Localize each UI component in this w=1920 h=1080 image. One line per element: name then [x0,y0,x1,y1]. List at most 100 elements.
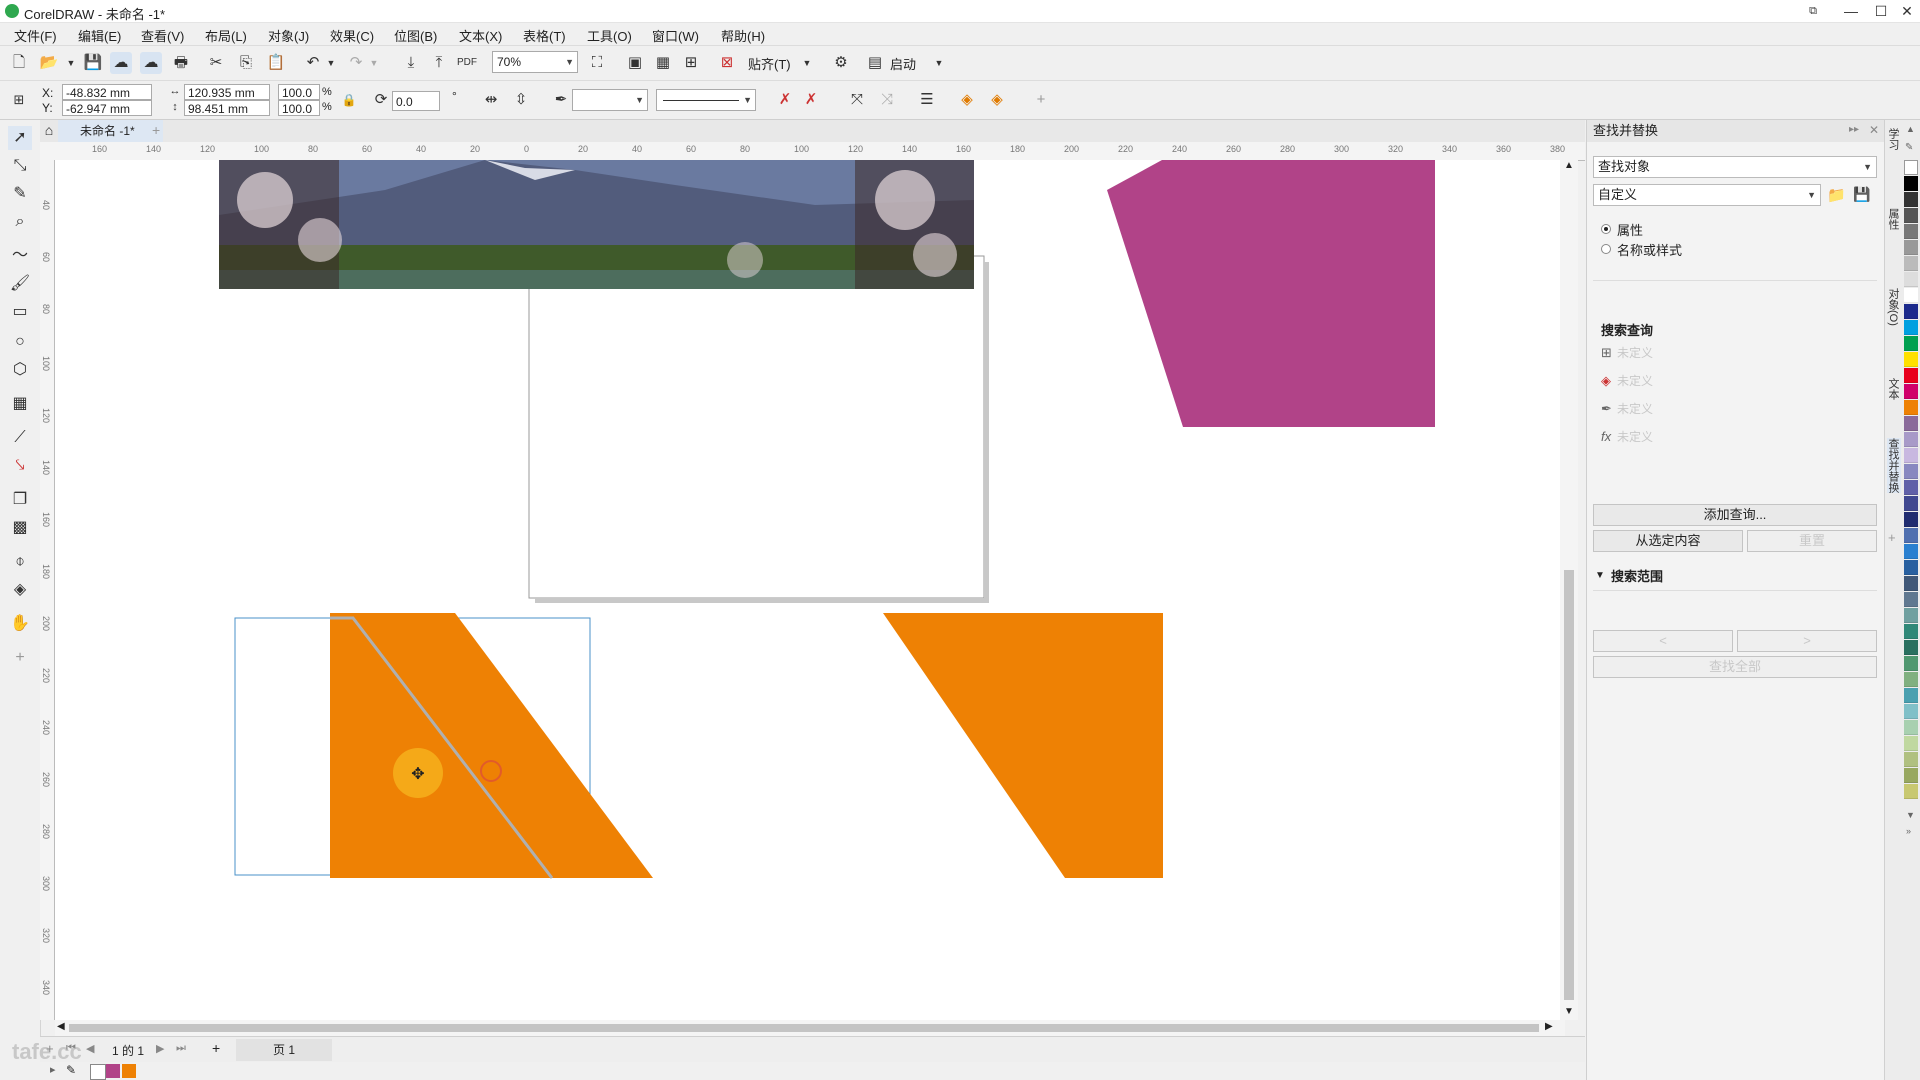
color-swatch[interactable] [1904,240,1918,255]
add-tab-icon[interactable]: + [152,122,160,138]
color-swatch[interactable] [1904,704,1918,719]
rectangle-tool-icon[interactable]: ▭ [8,300,32,324]
color-swatch[interactable] [1904,656,1918,671]
horizontal-ruler[interactable]: 160 140 120 100 80 60 40 20 0 20 40 60 8… [40,142,1585,161]
color-swatch[interactable] [1904,544,1918,559]
snap-to-label[interactable]: 贴齐(T) [748,54,791,73]
scroll-left-icon[interactable]: ◀ [57,1021,65,1032]
color-swatch[interactable] [1904,512,1918,527]
polygon-tool-icon[interactable]: ⬡ [8,358,32,382]
color-swatch[interactable] [1904,592,1918,607]
paste-icon[interactable]: 📋 [265,52,287,74]
to-front-icon[interactable]: ◈ [956,89,978,111]
palette-scroll-down-icon[interactable]: ▼ [1906,810,1915,820]
outline-width-select[interactable]: ▼ [572,89,648,111]
tab-learn[interactable]: 学习 [1887,128,1901,150]
cloud-sync-icon[interactable]: ☁ [140,52,162,74]
export-icon[interactable]: ⤒ [428,52,450,74]
add-query-button[interactable]: 添加查询... [1593,504,1877,526]
menu-bitmap[interactable]: 位图(B) [394,26,437,45]
radio-name-style-label[interactable]: 名称或样式 [1617,240,1682,259]
color-swatch[interactable] [1904,608,1918,623]
color-swatch[interactable] [1904,416,1918,431]
next-page-icon[interactable]: ▶ [156,1042,164,1055]
color-swatch[interactable] [1904,480,1918,495]
fill-eyedropper-icon[interactable]: ✎ [66,1063,76,1077]
break-apart-icon[interactable]: ✗ [800,89,822,111]
color-swatch[interactable] [1904,272,1918,287]
reset-button[interactable]: 重置 [1747,530,1877,552]
menu-file[interactable]: 文件(F) [14,26,57,45]
launch-label[interactable]: 启动 [890,54,916,73]
application-launcher-icon[interactable]: ▤ [864,52,886,74]
color-swatch[interactable] [1904,720,1918,735]
menu-window[interactable]: 窗口(W) [652,26,699,45]
palette-eyedropper-icon[interactable]: ✎ [1905,142,1913,153]
open-folder-icon[interactable]: 📁 [1827,186,1846,204]
dimension-tool-icon[interactable]: ⟋ [8,426,32,450]
menu-help[interactable]: 帮助(H) [721,26,765,45]
add-icon[interactable]: + [1030,89,1052,111]
color-swatch[interactable] [1904,288,1918,303]
height-field[interactable]: 98.451 mm [184,100,270,116]
swatch-none[interactable] [1904,160,1918,175]
menu-tools[interactable]: 工具(O) [587,26,632,45]
document-color-swatch[interactable] [122,1064,136,1078]
zoom-to-page-icon[interactable]: ⛶ [586,52,608,74]
color-swatch[interactable] [1904,672,1918,687]
menu-view[interactable]: 查看(V) [141,26,184,45]
interactive-fill-icon[interactable]: ◈ [8,578,32,602]
cloud-upload-icon[interactable]: ☁ [110,52,132,74]
options-gear-icon[interactable]: ⚙ [830,52,852,74]
rotation-angle-field[interactable]: 0.0 [392,91,440,111]
crop-tool-icon[interactable]: ✎ [8,182,32,206]
from-selection-button[interactable]: 从选定内容 [1593,530,1743,552]
line-style-select[interactable]: ▼ [656,89,756,111]
table-tool-icon[interactable]: ▦ [8,392,32,416]
scroll-up-icon[interactable]: ▲ [1564,160,1574,171]
color-swatch[interactable] [1904,688,1918,703]
color-swatch[interactable] [1904,176,1918,191]
show-grid-icon[interactable]: ▦ [652,52,674,74]
open-icon[interactable]: 📂 [38,52,60,74]
drop-shadow-tool-icon[interactable]: ❐ [8,488,32,512]
radio-name-style[interactable] [1601,244,1611,254]
minimize-button[interactable]: — [1836,1,1866,21]
dynamic-guides-icon[interactable]: ⊠ [716,52,738,74]
y-position-field[interactable]: -62.947 mm [62,100,152,116]
lock-ratio-icon[interactable]: 🔒 [338,89,360,111]
vertical-scroll-thumb[interactable] [1564,570,1574,1000]
add-page-after-icon[interactable]: + [212,1040,220,1056]
color-swatch[interactable] [1904,192,1918,207]
scroll-down-icon[interactable]: ▼ [1564,1006,1574,1017]
color-swatch[interactable] [1904,736,1918,751]
show-guidelines-icon[interactable]: ⊞ [680,52,702,74]
to-back-icon[interactable]: ◈ [986,89,1008,111]
query-row-object[interactable]: ⊞ 未定义 [1601,344,1653,361]
tab-find-replace[interactable]: 查找并替换 [1887,438,1901,493]
undo-dropdown-icon[interactable]: ▼ [320,52,342,74]
mirror-vertical-icon[interactable]: ⇳ [510,89,532,111]
color-swatch[interactable] [1904,320,1918,335]
color-swatch[interactable] [1904,464,1918,479]
horizontal-scrollbar[interactable]: ◀ ▶ [55,1020,1565,1036]
import-icon[interactable]: ⤓ [400,52,422,74]
palette-expand-icon[interactable]: » [1906,826,1911,836]
color-swatch[interactable] [1904,368,1918,383]
last-page-icon[interactable]: ⏭ [176,1042,186,1055]
zoom-tool-icon[interactable]: ⌕ [8,210,32,234]
vertical-scrollbar[interactable]: ▲ ▼ [1560,160,1578,1020]
color-swatch[interactable] [1904,752,1918,767]
transparency-tool-icon[interactable]: ▩ [8,516,32,540]
palette-scroll-up-icon[interactable]: ▲ [1906,124,1915,134]
find-all-button[interactable]: 查找全部 [1593,656,1877,678]
scale-height-field[interactable]: 100.0 [278,100,320,116]
copy-icon[interactable]: ⎘ [235,52,257,74]
pick-tool-icon[interactable]: ➚ [8,126,32,150]
object-origin-icon[interactable]: ⊞ [8,89,30,111]
outline-pen-icon[interactable]: ✒ [550,89,572,111]
color-swatch[interactable] [1904,496,1918,511]
ellipse-tool-icon[interactable]: ○ [8,330,32,354]
color-swatch[interactable] [1904,208,1918,223]
menu-text[interactable]: 文本(X) [459,26,502,45]
